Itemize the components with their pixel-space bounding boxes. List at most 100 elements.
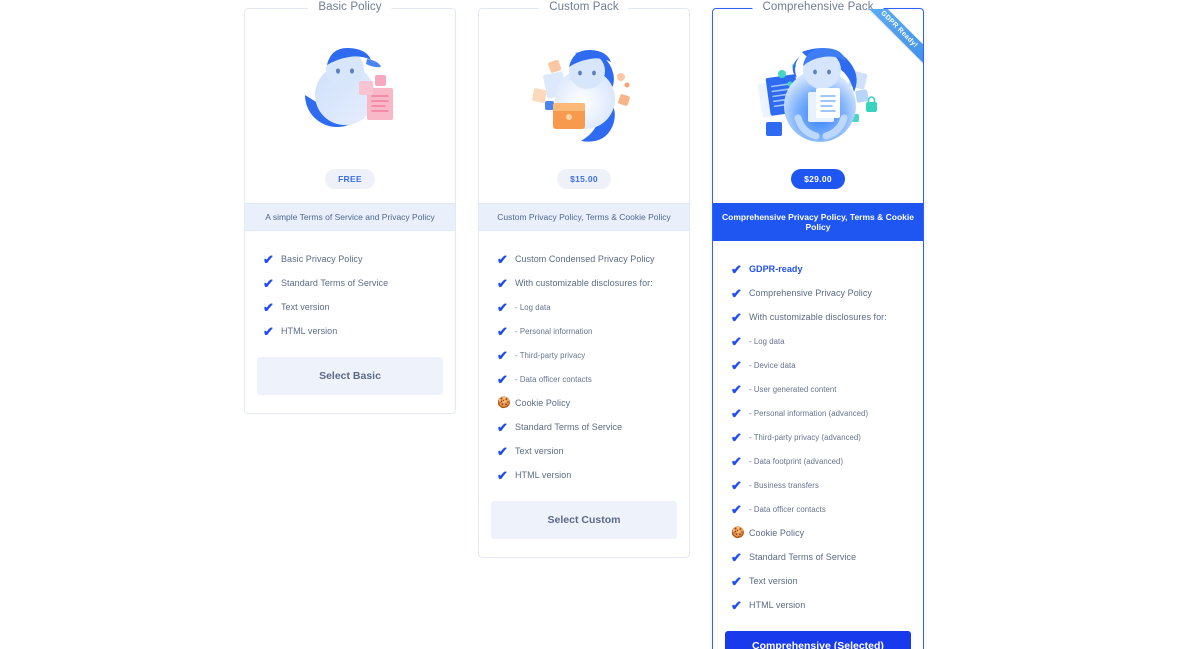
feature-item: ✔ HTML version [713, 593, 923, 617]
feature-label: Standard Terms of Service [281, 278, 389, 289]
check-icon: ✔ [731, 501, 742, 517]
check-icon-wrap: ✔ [731, 479, 749, 492]
check-icon-wrap: ✔ [497, 253, 515, 266]
feature-item: ✔ - Third-party privacy [479, 343, 689, 367]
feature-label: - Device data [749, 360, 796, 370]
cta-label: Select Basic [319, 370, 381, 383]
pricing-plans: Basic Policy FREE A simple Terms of Servi… [244, 1, 924, 649]
feature-label: Text version [281, 302, 330, 313]
feature-label: Basic Privacy Policy [281, 254, 363, 265]
check-icon: ✔ [497, 275, 508, 291]
check-icon: ✔ [497, 323, 508, 339]
comprehensive-pack-illustration [757, 48, 877, 142]
feature-item: ✔ HTML version [479, 463, 689, 487]
feature-label: Standard Terms of Service [515, 422, 623, 433]
check-icon: ✔ [731, 597, 742, 613]
feature-item: ✔ - Log data [713, 329, 923, 353]
price-badge: $15.00 [557, 169, 611, 189]
check-icon-wrap: ✔ [263, 277, 281, 290]
feature-list: ✔ Custom Condensed Privacy Policy ✔ With cu… [479, 231, 689, 493]
check-icon-wrap: ✔ [263, 253, 281, 266]
check-icon-wrap: ✔ [497, 421, 515, 434]
feature-label: - Data footprint (advanced) [749, 456, 844, 466]
check-icon-wrap: ✔ [497, 301, 515, 314]
feature-item: ✔ - Personal information [479, 319, 689, 343]
feature-list: ✔ GDPR-ready ✔ Comprehensive Privacy Policy… [713, 241, 923, 623]
feature-label: - Third-party privacy [515, 350, 586, 360]
cta-label: Select Custom [547, 514, 621, 527]
check-icon: ✔ [731, 261, 742, 277]
feature-item: ✔ - Business transfers [713, 473, 923, 497]
card-title: Custom Pack [539, 1, 629, 13]
feature-label: - User generated content [749, 384, 837, 394]
feature-item: ✔ Standard Terms of Service [479, 415, 689, 439]
check-icon: ✔ [497, 347, 508, 363]
feature-item: ✔ - Third-party privacy (advanced) [713, 425, 923, 449]
check-icon: ✔ [263, 323, 274, 339]
custom-pack-illustration [532, 49, 630, 142]
feature-item: ✔ With customizable disclosures for: [713, 305, 923, 329]
feature-item: ✔ - Log data [479, 295, 689, 319]
check-icon-wrap: ✔ [731, 503, 749, 516]
feature-label: Cookie Policy [515, 398, 571, 409]
check-icon-wrap: ✔ [263, 325, 281, 338]
cta-area: Select Basic [245, 349, 455, 405]
select-plan-button[interactable]: Select Basic [257, 357, 443, 396]
check-icon: ✔ [731, 549, 742, 565]
feature-item: ✔ - Personal information (advanced) [713, 401, 923, 425]
check-icon-wrap: ✔ [731, 383, 749, 396]
check-icon: ✔ [731, 285, 742, 301]
check-icon: ✔ [731, 309, 742, 325]
check-icon-wrap: ✔ [731, 287, 749, 300]
plan-banner: Comprehensive Privacy Policy, Terms & Co… [713, 203, 923, 242]
feature-label: - Business transfers [749, 480, 819, 490]
feature-label: With customizable disclosures for: [515, 278, 653, 289]
pricing-card: Custom Pack $15.00 Custom Privacy Policy,… [478, 1, 690, 559]
check-icon-wrap: ✔ [731, 551, 749, 564]
cta-area: Select Custom [479, 493, 689, 549]
check-icon: ✔ [263, 299, 274, 315]
feature-item: ✔ Comprehensive Privacy Policy [713, 281, 923, 305]
check-icon-wrap: ✔ [263, 301, 281, 314]
feature-item: ✔ Standard Terms of Service [245, 271, 455, 295]
cookie-icon-wrap: 🍪 [731, 527, 749, 539]
select-plan-button[interactable]: Select Custom [491, 501, 677, 540]
check-icon-wrap: ✔ [731, 311, 749, 324]
selected-plan-button[interactable]: Comprehensive (Selected)Generate your po… [725, 631, 911, 649]
feature-label: GDPR-ready [749, 264, 803, 275]
check-icon-wrap: ✔ [497, 349, 515, 362]
cookie-icon: 🍪 [497, 396, 511, 409]
feature-item: 🍪 Cookie Policy [479, 391, 689, 415]
check-icon-wrap: ✔ [731, 263, 749, 276]
check-icon: ✔ [731, 381, 742, 397]
check-icon: ✔ [497, 371, 508, 387]
feature-label: - Log data [749, 336, 785, 346]
feature-label: HTML version [515, 470, 572, 481]
feature-label: With customizable disclosures for: [749, 312, 887, 323]
feature-item: ✔ Text version [713, 569, 923, 593]
check-icon-wrap: ✔ [731, 575, 749, 588]
price-row: $15.00 [479, 163, 689, 203]
feature-item: ✔ Text version [479, 439, 689, 463]
check-icon-wrap: ✔ [731, 455, 749, 468]
feature-label: Text version [515, 446, 564, 457]
plan-banner: Custom Privacy Policy, Terms & Cookie Po… [479, 203, 689, 232]
card-title: Comprehensive Pack [752, 1, 884, 13]
feature-item: ✔ - Data footprint (advanced) [713, 449, 923, 473]
check-icon: ✔ [731, 477, 742, 493]
feature-item: ✔ Standard Terms of Service [713, 545, 923, 569]
feature-label: - Log data [515, 302, 551, 312]
plan-banner: A simple Terms of Service and Privacy Po… [245, 203, 455, 232]
feature-item: ✔ HTML version [245, 319, 455, 343]
feature-item: ✔ GDPR-ready [713, 257, 923, 281]
feature-label: - Personal information (advanced) [749, 408, 869, 418]
price-badge: $29.00 [791, 169, 845, 189]
check-icon: ✔ [497, 419, 508, 435]
pricing-card: Basic Policy FREE A simple Terms of Servi… [244, 1, 456, 415]
feature-item: ✔ Basic Privacy Policy [245, 247, 455, 271]
price-row: $29.00 [713, 163, 923, 203]
check-icon-wrap: ✔ [497, 325, 515, 338]
illustration-area [245, 9, 455, 163]
check-icon: ✔ [731, 453, 742, 469]
check-icon: ✔ [731, 405, 742, 421]
